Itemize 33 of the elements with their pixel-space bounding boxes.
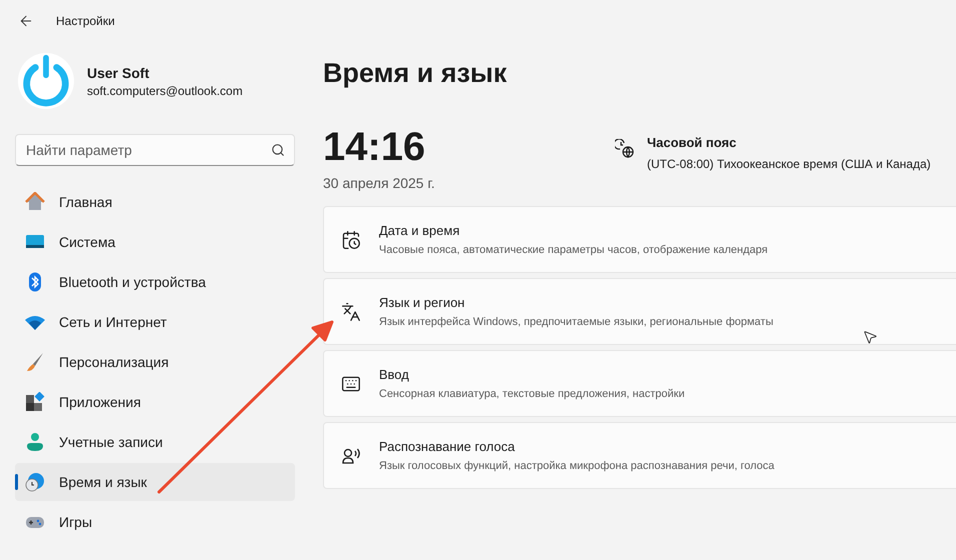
sidebar-item[interactable]: Система	[15, 223, 295, 261]
sidebar-item[interactable]: Персонализация	[15, 343, 295, 381]
search-field[interactable]: Найти параметр	[15, 134, 295, 166]
power-avatar-icon	[17, 52, 75, 110]
sidebar-item[interactable]: Главная	[15, 183, 295, 221]
apps-icon	[25, 392, 45, 412]
window-title: Настройки	[56, 13, 115, 29]
language-icon	[341, 302, 361, 322]
clock-date: 30 апреля 2025 г.	[323, 174, 436, 193]
globe-clock-icon	[25, 472, 45, 492]
account-name: User Soft	[87, 64, 150, 83]
search-icon	[271, 143, 285, 157]
sidebar-item[interactable]: Игры	[15, 503, 295, 541]
sidebar-item[interactable]: Учетные записи	[15, 423, 295, 461]
settings-card[interactable]: Распознавание голоса Язык голосовых функций, настройка микрофона распознавания речи, голоса	[323, 422, 956, 489]
sidebar-item[interactable]: Время и язык	[15, 463, 295, 501]
clock-globe-icon	[615, 139, 635, 159]
keyboard-icon	[341, 374, 361, 394]
settings-card[interactable]: Язык и регион Язык интерфейса Windows, предпочитаемые языки, региональные форматы	[323, 278, 956, 345]
sidebar-item[interactable]: Сеть и Интернет	[15, 303, 295, 341]
clock-time: 14:16	[323, 127, 426, 167]
settings-card[interactable]: Ввод Сенсорная клавиатура, текстовые предложения, настройки	[323, 350, 956, 417]
calendar-clock-icon	[341, 230, 361, 250]
house-icon	[25, 192, 45, 212]
page-title: Время и язык	[323, 60, 508, 87]
timezone-value: (UTC-08:00) Тихоокеанское время (США и Канада)	[647, 156, 931, 172]
paintbrush-icon	[25, 352, 45, 372]
settings-card[interactable]: Дата и время Часовые пояса, автоматические параметры часов, отображение календаря	[323, 206, 956, 273]
timezone-label: Часовой пояс	[647, 134, 738, 152]
account-email: soft.computers@outlook.com	[87, 83, 243, 99]
person-icon	[25, 432, 45, 452]
sidebar-item[interactable]: Приложения	[15, 383, 295, 421]
sidebar-item[interactable]: Bluetooth и устройства	[15, 263, 295, 301]
